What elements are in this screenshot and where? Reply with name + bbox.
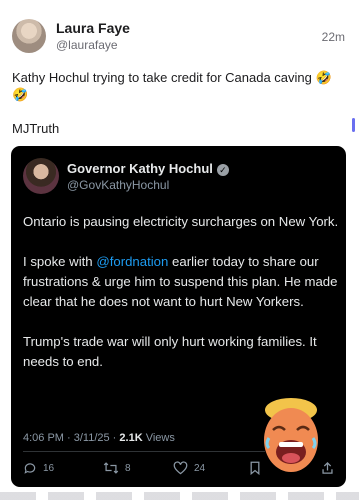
repost-action: 8 — [103, 458, 131, 478]
embedded-author-name: Governor Kathy Hochul ✓ — [67, 161, 229, 176]
post-timestamp: 22m — [321, 30, 345, 44]
embedded-paragraph-2-start: I spoke with — [23, 254, 97, 269]
social-post: Laura Faye @laurafaye 22m Kathy Hochul t… — [0, 0, 359, 500]
author-name[interactable]: Laura Faye — [56, 20, 130, 36]
repost-count: 8 — [125, 462, 131, 474]
laughing-face-sticker — [264, 398, 318, 472]
embedded-time: 4:06 PM · 3/11/25 · — [23, 432, 120, 444]
author-avatar[interactable] — [12, 19, 46, 53]
views-label: Views — [142, 432, 175, 444]
embedded-paragraph-1: Ontario is pausing electricity surcharge… — [23, 214, 339, 229]
embedded-author-handle: @GovKathyHochul — [67, 178, 170, 192]
embedded-paragraph-2: I spoke with @fordnation earlier today t… — [23, 252, 341, 312]
verified-badge-icon: ✓ — [216, 164, 229, 176]
repost-icon — [103, 462, 119, 474]
embedded-paragraph-3: Trump's trade war will only hurt working… — [23, 334, 317, 369]
heart-icon — [173, 461, 188, 475]
next-post-edge — [0, 492, 359, 500]
post-text: Kathy Hochul trying to take credit for C… — [12, 70, 332, 102]
embedded-tweet-image[interactable]: Governor Kathy Hochul ✓ @GovKathyHochul O… — [11, 146, 346, 487]
embedded-meta: 4:06 PM · 3/11/25 · 2.1K Views — [23, 432, 175, 444]
reply-action: 16 — [23, 458, 54, 478]
reply-count: 16 — [43, 462, 55, 474]
like-count: 24 — [194, 462, 206, 474]
author-handle[interactable]: @laurafaye — [56, 38, 118, 52]
reply-icon — [24, 463, 36, 474]
divider — [23, 451, 265, 452]
embedded-author-name-text: Governor Kathy Hochul — [67, 161, 213, 176]
views-count: 2.1K — [119, 432, 143, 444]
post-tag: MJTruth — [12, 121, 60, 136]
mention-link: @fordnation — [96, 254, 169, 269]
like-action: 24 — [173, 458, 205, 478]
scrollbar-thumb[interactable] — [352, 118, 355, 132]
embedded-author-avatar — [23, 158, 59, 194]
embedded-tweet-body: Ontario is pausing electricity surcharge… — [23, 212, 341, 392]
